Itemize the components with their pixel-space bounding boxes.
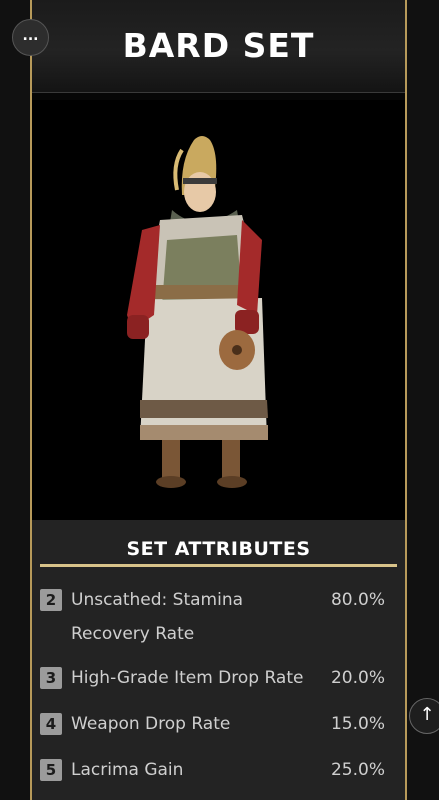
piece-count-badge: 5	[40, 759, 62, 781]
attribute-row: 3 High-Grade Item Drop Rate 20.0%	[40, 661, 385, 695]
left-margin	[0, 0, 30, 800]
attribute-row: 4 Weapon Drop Rate 15.0%	[40, 707, 385, 741]
attribute-value: 25.0%	[330, 760, 385, 780]
attribute-value: 20.0%	[330, 668, 385, 688]
attribute-label: High-Grade Item Drop Rate	[71, 668, 304, 688]
piece-count-badge: 2	[40, 589, 62, 611]
piece-count-badge: 4	[40, 713, 62, 735]
attribute-row: 5 Lacrima Gain 25.0%	[40, 753, 385, 787]
more-options-button[interactable]: ...	[12, 19, 49, 56]
scroll-to-top-button[interactable]: ↑	[409, 698, 439, 734]
right-margin	[407, 0, 439, 800]
attribute-value: 15.0%	[330, 714, 385, 734]
attribute-label: Weapon Drop Rate	[71, 714, 231, 734]
page-title: BARD SET	[122, 26, 315, 65]
attribute-label: Lacrima Gain	[71, 760, 184, 780]
arrow-up-icon: ↑	[419, 704, 435, 725]
set-attributes-title: SET ATTRIBUTES	[126, 538, 311, 560]
bard-character-image	[127, 136, 268, 488]
title-divider	[40, 564, 397, 567]
more-icon: ...	[22, 28, 39, 44]
page-header: BARD SET	[32, 0, 405, 93]
character-portrait	[32, 100, 405, 520]
attribute-row: 2 Unscathed: Stamina Recovery Rate 80.0%	[40, 583, 385, 651]
attribute-label: Unscathed: Stamina Recovery Rate	[71, 590, 244, 644]
piece-count-badge: 3	[40, 667, 62, 689]
attribute-value: 80.0%	[330, 590, 385, 610]
set-attributes-panel: SET ATTRIBUTES 2 Unscathed: Stamina Reco…	[32, 520, 405, 800]
